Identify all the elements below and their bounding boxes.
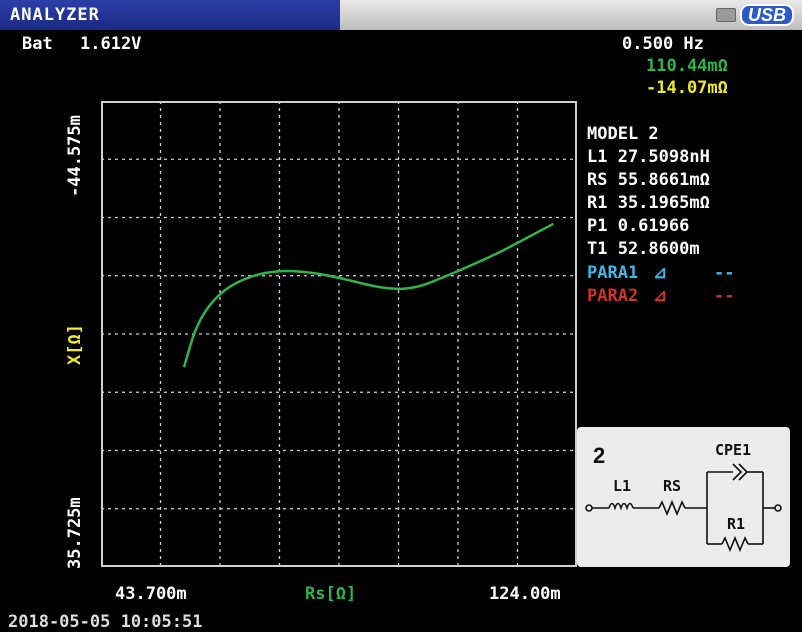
battery-label: Bat [22, 34, 53, 54]
usb-badge: USB [739, 4, 794, 26]
model-line: L1 27.5098nH [587, 147, 710, 167]
rs-value: 110.44mΩ [646, 56, 728, 76]
x-tick-label-right: 124.00m [489, 584, 561, 604]
circuit-number: 2 [593, 443, 605, 468]
x-tick-label-left: 43.700m [115, 584, 187, 604]
y-tick-label-top: -44.575m [65, 115, 85, 197]
para2-delta-icon: ⊿ [653, 286, 668, 306]
model-line: T1 52.8600m [587, 239, 700, 259]
y-axis-label: X[Ω] [65, 324, 85, 365]
para1-label: PARA1 [587, 263, 639, 283]
app-title: ANALYZER [0, 0, 340, 30]
r1-label: R1 [727, 515, 745, 533]
para1-value: -- [714, 263, 735, 283]
model-line: R1 35.1965mΩ [587, 193, 710, 213]
usb-plug-icon [715, 8, 736, 22]
frequency-value: 0.500 Hz [622, 34, 704, 54]
equivalent-circuit-panel: 2 L1 RS CPE1 R1 [577, 427, 790, 567]
model-line: MODEL 2 [587, 124, 659, 144]
y-tick-label-bottom: 35.725m [65, 497, 85, 569]
x-axis-label: Rs[Ω] [305, 584, 357, 604]
inductor-icon [608, 502, 634, 511]
para2-value: -- [714, 286, 735, 306]
battery-value: 1.612V [80, 34, 142, 54]
impedance-trace [182, 222, 554, 368]
para2-label: PARA2 [587, 286, 639, 306]
terminal-right-icon [774, 504, 782, 512]
terminal-left-icon [585, 504, 593, 512]
rs-label: RS [663, 477, 681, 495]
resistor-r1-icon [721, 535, 749, 553]
cpe-icon [732, 463, 749, 481]
equivalent-circuit-diagram: 2 L1 RS CPE1 R1 [585, 441, 782, 553]
usb-indicator: USB [715, 4, 794, 26]
model-line: P1 0.61966 [587, 216, 690, 236]
x-value: -14.07mΩ [646, 78, 728, 98]
para1-delta-icon: ⊿ [653, 263, 668, 283]
impedance-plot [101, 101, 577, 567]
l1-label: L1 [613, 477, 631, 495]
cpe1-label: CPE1 [715, 441, 751, 459]
resistor-rs-icon [658, 499, 686, 517]
model-line: RS 55.8661mΩ [587, 170, 710, 190]
timestamp: 2018-05-05 10:05:51 [8, 612, 203, 632]
title-bar: ANALYZER USB [0, 0, 802, 30]
